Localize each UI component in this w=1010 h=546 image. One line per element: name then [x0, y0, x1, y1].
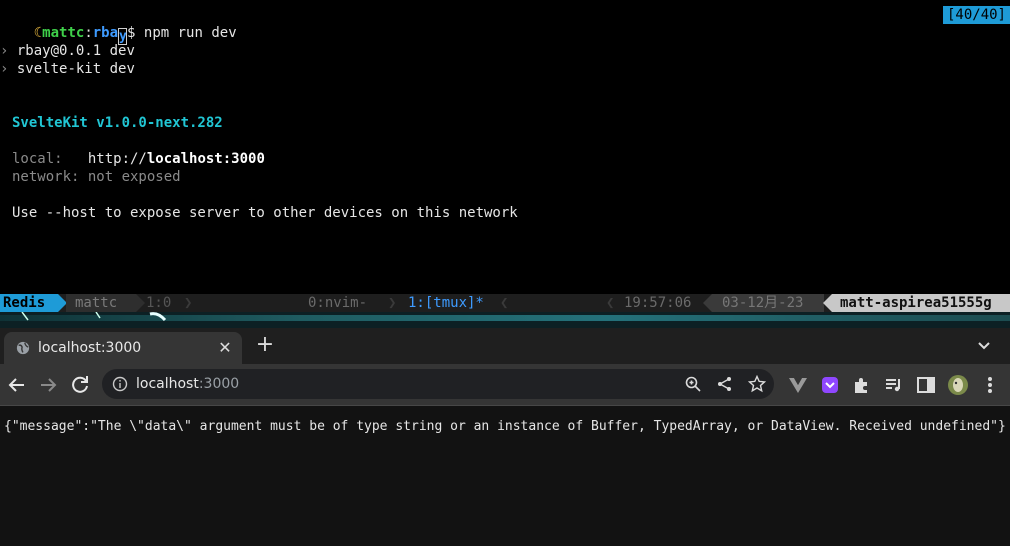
- vue-devtools-icon[interactable]: [786, 373, 810, 397]
- chevron-down-icon[interactable]: [976, 337, 992, 353]
- avatar[interactable]: [946, 373, 970, 397]
- reload-icon[interactable]: [68, 373, 92, 397]
- share-icon[interactable]: [716, 375, 734, 393]
- pane-counter: [40/40]: [942, 6, 1010, 24]
- puzzle-icon[interactable]: [850, 373, 874, 397]
- browser-toolbar: localhost:3000: [0, 364, 1010, 406]
- more-menu-icon[interactable]: [978, 373, 1002, 397]
- prompt-line: ☾mattc:rbay$ npm run dev: [0, 6, 237, 45]
- tmux-session: Redis: [0, 294, 67, 312]
- info-icon[interactable]: [112, 376, 128, 392]
- url-text: localhost:3000: [136, 376, 240, 392]
- media-queue-icon[interactable]: [882, 373, 906, 397]
- prompt-separator: :: [84, 25, 93, 41]
- tmux-window-1[interactable]: 1:[tmux]*: [408, 294, 484, 312]
- zoom-icon[interactable]: [684, 375, 702, 393]
- globe-icon: [16, 341, 30, 355]
- json-response: {"message":"The \"data\" argument must b…: [4, 419, 1006, 434]
- side-panel-icon[interactable]: [914, 373, 938, 397]
- network-line: network: not exposed: [12, 169, 181, 185]
- sveltekit-banner: SvelteKit v1.0.0-next.282: [12, 115, 223, 131]
- tmux-date: 03-12月-23: [703, 294, 824, 312]
- tmux-hostname: matt-aspirea51555g: [823, 294, 1010, 312]
- desktop-wallpaper: [0, 312, 1010, 328]
- terminal-pane[interactable]: ☾mattc:rbay$ npm run dev [40/40] › rbay@…: [0, 0, 1010, 294]
- separator-icon: ❮: [606, 295, 615, 311]
- address-bar[interactable]: localhost:3000: [102, 369, 774, 399]
- local-url-line: local: http://localhost:3000: [12, 151, 265, 167]
- tmux-time: 19:57:06: [624, 295, 692, 311]
- new-tab-button[interactable]: +: [254, 334, 276, 356]
- browser-tab[interactable]: localhost:3000 ✕: [4, 332, 242, 364]
- tmux-user: mattc: [66, 294, 145, 312]
- local-url[interactable]: localhost:3000: [147, 151, 265, 167]
- arrow-left-icon[interactable]: [5, 373, 29, 397]
- arrow-right-icon[interactable]: [36, 373, 60, 397]
- terminal-command: npm run dev: [135, 25, 237, 41]
- tmux-window-0[interactable]: 0:nvim-: [308, 294, 367, 312]
- extension-icon[interactable]: [818, 373, 842, 397]
- npm-script-line: › svelte-kit dev: [0, 61, 135, 77]
- moon-icon: ☾: [33, 25, 43, 41]
- prompt-directory: rba: [92, 25, 119, 41]
- host-hint: Use --host to expose server to other dev…: [12, 205, 518, 221]
- separator-icon: ❮: [500, 295, 509, 311]
- star-icon[interactable]: [748, 375, 766, 393]
- tab-title: localhost:3000: [38, 340, 142, 356]
- close-icon[interactable]: ✕: [216, 339, 234, 357]
- browser-window: localhost:3000 ✕ + localhost:3000 {"mess…: [0, 328, 1010, 546]
- tmux-position: 1:0: [146, 295, 172, 311]
- tmux-status-bar: Redis mattc 1:0 ❯ 0:nvim- ❯ 1:[tmux]* ❮ …: [0, 294, 1010, 312]
- tab-strip: localhost:3000 ✕ +: [0, 328, 1010, 364]
- page-content: {"message":"The \"data\" argument must b…: [0, 407, 1010, 546]
- npm-script-line: › rbay@0.0.1 dev: [0, 43, 135, 59]
- separator-icon: ❯: [388, 295, 397, 311]
- prompt-user: mattc: [42, 25, 85, 41]
- separator-icon: ❯: [184, 295, 193, 311]
